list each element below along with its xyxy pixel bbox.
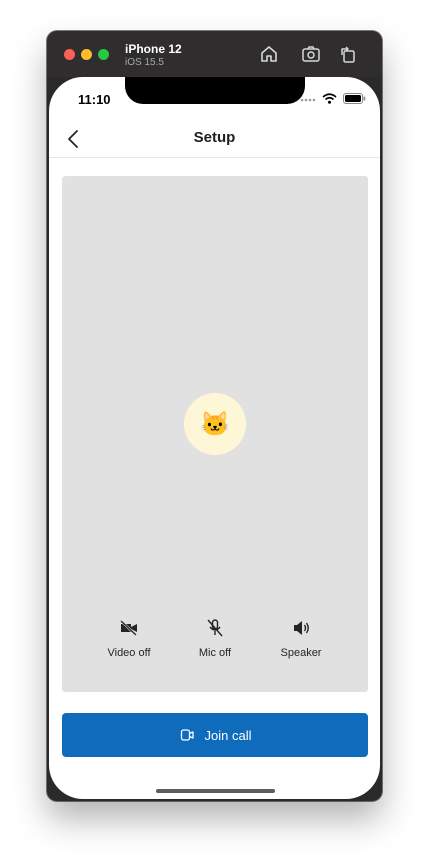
close-window-button[interactable]	[64, 49, 75, 60]
video-toggle-label: Video off	[107, 647, 151, 659]
device-name: iPhone 12	[125, 42, 182, 56]
mic-toggle-label: Mic off	[198, 647, 232, 659]
speaker-button[interactable]: Speaker	[261, 619, 341, 661]
mic-toggle-button[interactable]: Mic off	[175, 619, 255, 661]
speaker-label: Speaker	[280, 647, 322, 659]
mic-off-icon	[205, 619, 225, 637]
join-call-label: Join call	[204, 727, 252, 743]
video-off-icon	[119, 619, 139, 637]
call-controls: Video off Mic off Speaker	[62, 619, 368, 669]
status-time: 11:10	[78, 92, 111, 107]
screenshot-icon[interactable]	[300, 43, 322, 65]
wifi-icon	[322, 93, 337, 104]
call-icon	[180, 729, 194, 741]
phone-screen: 11:10 Setup 🐱 Video off Mic off Speaker …	[49, 77, 380, 799]
home-icon[interactable]	[258, 43, 280, 65]
simulator-window: iPhone 12 iOS 15.5 11:10 Setup 🐱 Video o…	[47, 31, 382, 801]
page-title: Setup	[193, 129, 236, 146]
rotate-icon[interactable]	[337, 43, 359, 65]
status-icons	[300, 93, 366, 104]
avatar: 🐱	[184, 393, 246, 455]
join-call-button[interactable]: Join call	[62, 713, 368, 757]
nav-bar: Setup	[49, 121, 380, 158]
speaker-icon	[291, 619, 311, 637]
simulator-titlebar: iPhone 12 iOS 15.5	[47, 31, 382, 77]
zoom-window-button[interactable]	[98, 49, 109, 60]
status-bar: 11:10	[49, 77, 380, 121]
home-indicator[interactable]	[156, 789, 275, 793]
battery-icon	[343, 93, 366, 104]
signal-dots-icon	[300, 98, 316, 101]
os-version: iOS 15.5	[125, 57, 164, 68]
video-toggle-button[interactable]: Video off	[89, 619, 169, 661]
minimize-window-button[interactable]	[81, 49, 92, 60]
video-preview: 🐱 Video off Mic off Speaker	[62, 176, 368, 692]
notch	[125, 77, 305, 104]
